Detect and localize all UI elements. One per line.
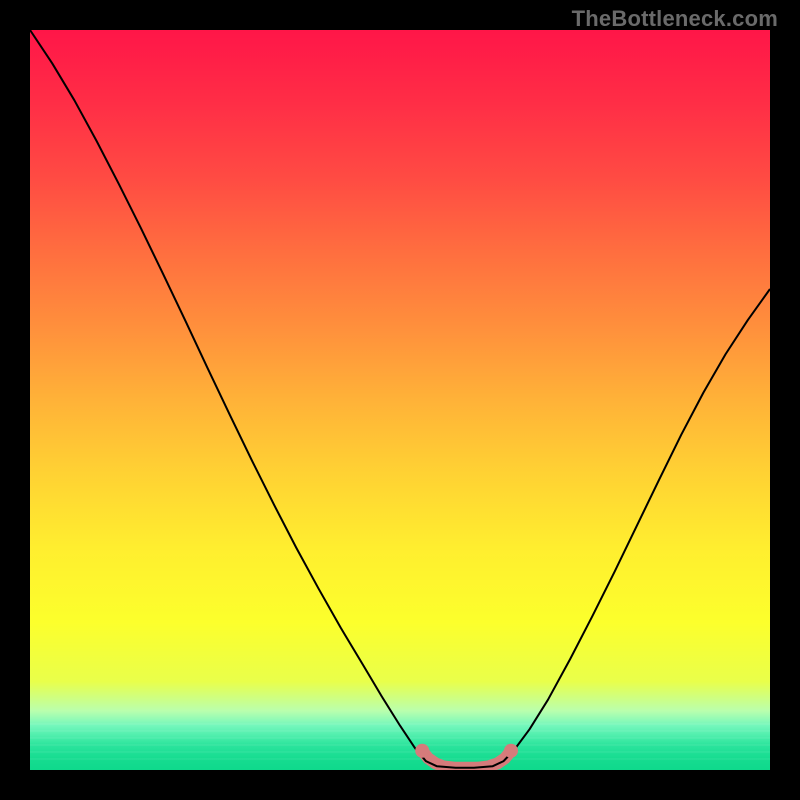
plot-area bbox=[30, 30, 770, 770]
chart-canvas bbox=[30, 30, 770, 770]
optimal-range-endpoint bbox=[415, 744, 429, 758]
optimal-range-endpoint bbox=[504, 744, 518, 758]
branding-watermark: TheBottleneck.com bbox=[572, 6, 778, 32]
chart-frame: TheBottleneck.com bbox=[0, 0, 800, 800]
gradient-background bbox=[30, 30, 770, 770]
